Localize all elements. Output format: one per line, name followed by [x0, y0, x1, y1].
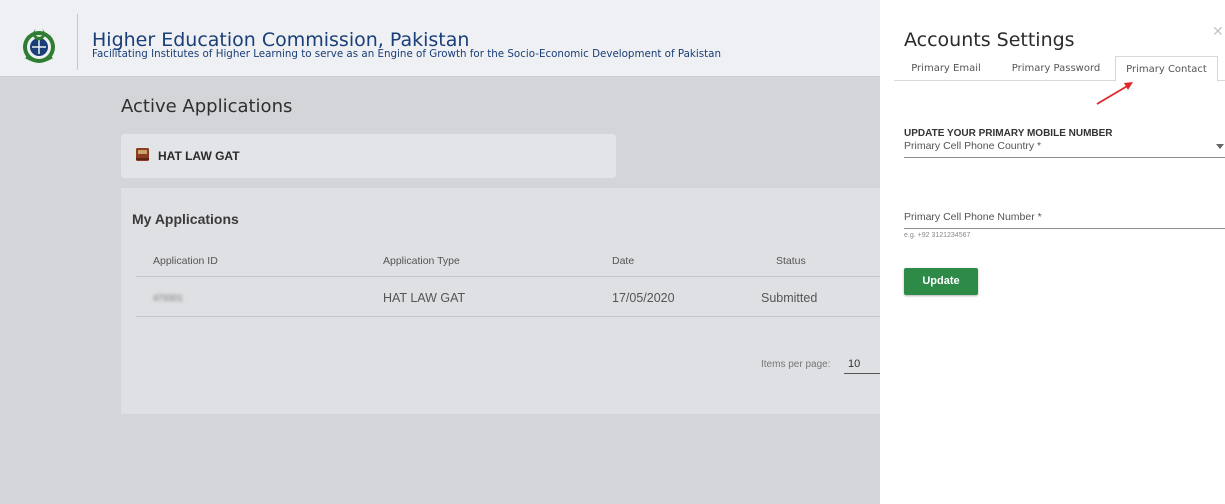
header-divider: [77, 14, 78, 70]
tab-primary-email[interactable]: Primary Email: [904, 56, 988, 81]
update-heading: UPDATE YOUR PRIMARY MOBILE NUMBER: [904, 128, 1113, 139]
application-status-cell: Submitted: [761, 291, 818, 305]
main-content: Active Applications HAT LAW GAT My Appli…: [0, 78, 880, 504]
page-title: Active Applications: [121, 96, 293, 117]
phone-field-hint: e.g. +92 3121234567: [904, 232, 971, 239]
active-application-card[interactable]: HAT LAW GAT: [121, 134, 616, 178]
country-select[interactable]: [904, 157, 1225, 158]
column-header-status[interactable]: Status: [776, 255, 806, 267]
application-date-cell: 17/05/2020: [612, 291, 675, 305]
table-header-divider: [136, 276, 880, 277]
chevron-down-icon[interactable]: [1216, 144, 1224, 149]
tab-primary-password[interactable]: Primary Password: [998, 56, 1114, 81]
items-per-page-label: Items per page:: [761, 359, 831, 370]
country-field-label: Primary Cell Phone Country *: [904, 140, 1042, 152]
items-per-page-select[interactable]: 10: [844, 358, 880, 374]
hec-logo-icon[interactable]: [18, 24, 60, 66]
close-icon[interactable]: ✕: [1212, 24, 1224, 38]
annotation-arrow-icon: [1096, 82, 1133, 105]
column-header-application-type[interactable]: Application Type: [383, 255, 460, 267]
settings-tabs: Primary Email Primary Password Primary C…: [894, 56, 1225, 82]
application-type-cell: HAT LAW GAT: [383, 291, 466, 305]
site-tagline: Facilitating Institutes of Higher Learni…: [92, 48, 721, 60]
phone-input[interactable]: [904, 228, 1225, 229]
phone-field-label: Primary Cell Phone Number *: [904, 211, 1042, 223]
book-icon: [136, 148, 149, 161]
my-applications-card: My Applications Application ID Applicati…: [121, 188, 880, 414]
panel-title: Accounts Settings: [904, 29, 1075, 51]
table-row-divider: [136, 316, 880, 317]
column-header-application-id[interactable]: Application ID: [153, 255, 218, 267]
application-id-cell: 479301: [153, 293, 184, 303]
active-application-label: HAT LAW GAT: [158, 149, 240, 163]
my-applications-title: My Applications: [132, 211, 239, 227]
tab-primary-contact[interactable]: Primary Contact: [1115, 56, 1218, 82]
update-button[interactable]: Update: [904, 268, 978, 295]
column-header-date[interactable]: Date: [612, 255, 634, 267]
account-settings-panel: Accounts Settings ✕ Primary Email Primar…: [880, 0, 1225, 504]
items-per-page-value: 10: [848, 358, 861, 370]
